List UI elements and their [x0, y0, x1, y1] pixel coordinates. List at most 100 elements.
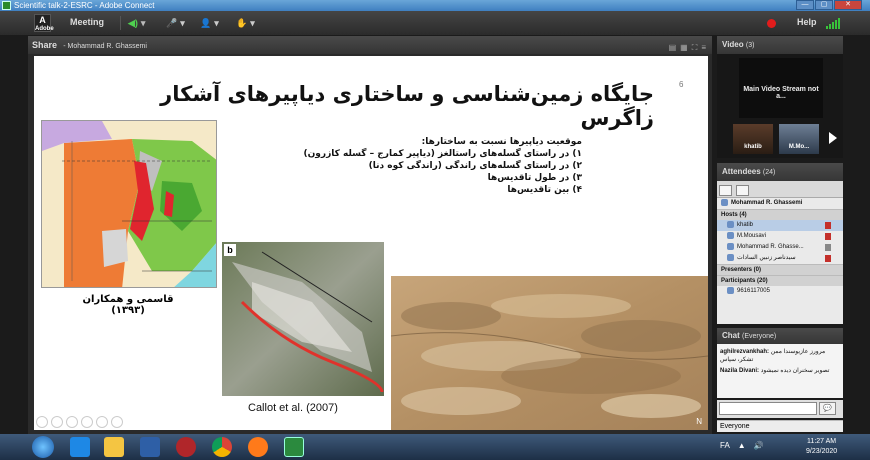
hand-icon: ✋	[236, 17, 248, 28]
video-thumbnail[interactable]: khatib	[733, 124, 773, 154]
adobe-connect-taskbar-icon[interactable]	[284, 437, 304, 457]
list-view-icon[interactable]	[719, 185, 732, 196]
video-thumbnail[interactable]: M.Mo...	[779, 124, 819, 154]
chevron-down-icon[interactable]: ▾	[214, 18, 219, 29]
slide-bullets: موقعیت دیاپیرها نسبت به ساختارها: ۱) در …	[303, 136, 583, 196]
current-user-row[interactable]: Mohammad R. Ghassemi	[717, 198, 843, 209]
chevron-down-icon[interactable]: ▾	[250, 18, 255, 29]
participants-section[interactable]: Participants (20)	[717, 275, 843, 286]
attendee-row[interactable]: M.Mousavi	[717, 231, 843, 242]
next-video-icon[interactable]	[829, 132, 837, 144]
system-clock[interactable]: 11:27 AM 9/23/2020	[806, 437, 837, 457]
language-indicator[interactable]: FA	[720, 441, 730, 450]
attendee-row[interactable]: سیدناصر زنبیں السادات	[717, 253, 843, 264]
more-icon[interactable]	[111, 416, 123, 428]
zoom-icon[interactable]	[96, 416, 108, 428]
host-icon	[727, 253, 734, 261]
actual-size-icon[interactable]: ▦	[680, 39, 688, 52]
terrain-photo-image: b	[222, 242, 384, 396]
chat-pod-header: Chat (Everyone)	[717, 328, 843, 344]
media-player-icon[interactable]	[140, 437, 160, 457]
chat-recipient-selector[interactable]: Everyone	[717, 420, 843, 432]
attendee-row[interactable]: khatib	[717, 220, 843, 231]
raise-hand-button[interactable]: ✋ ▾	[236, 16, 255, 30]
menu-bar: A Adobe Meeting ◀) ▾ 🎤 ▾ 👤 ▾ ✋ ▾ Help	[0, 11, 870, 35]
attendee-menu-icon[interactable]	[736, 185, 750, 196]
menu-separator	[120, 16, 121, 30]
window-title: Scientific talk-2-ESRC - Adobe Connect	[14, 1, 155, 10]
attendee-row[interactable]: 9616117005	[717, 286, 843, 297]
hosts-section[interactable]: Hosts (4)	[717, 209, 843, 220]
slide-number: 6	[679, 80, 684, 89]
minimize-button[interactable]: —	[796, 0, 814, 10]
firefox-icon[interactable]	[248, 437, 268, 457]
adobe-logo: A Adobe	[34, 14, 54, 32]
share-pod-header: Share - Mohammad R. Ghassemi ▤ ▦ ⛶ ≡	[28, 36, 712, 54]
microphone-button[interactable]: 🎤 ▾	[166, 16, 185, 30]
pod-menu-icon[interactable]: ≡	[701, 39, 706, 52]
video-count: (3)	[745, 42, 755, 49]
microphone-icon: 🎤	[166, 17, 178, 28]
chevron-down-icon[interactable]: ▾	[180, 18, 185, 29]
participant-icon	[727, 286, 734, 294]
opera-icon[interactable]	[176, 437, 196, 457]
camera-button[interactable]: 👤 ▾	[200, 16, 219, 30]
window-titlebar: Scientific talk-2-ESRC - Adobe Connect —…	[0, 0, 870, 11]
speaker-button[interactable]: ◀) ▾	[128, 16, 145, 30]
volume-icon[interactable]: 🔊	[754, 441, 764, 450]
pen-icon	[825, 255, 831, 262]
attendees-count: (24)	[762, 169, 776, 176]
send-message-button[interactable]: 💬	[819, 402, 836, 415]
chrome-icon[interactable]	[212, 437, 232, 457]
chat-title: Chat	[722, 331, 740, 340]
file-explorer-icon[interactable]	[104, 437, 124, 457]
speaker-icon: ◀)	[128, 17, 138, 28]
main-video-stream: Main Video Stream not a...	[739, 58, 823, 118]
slide-navigation[interactable]	[36, 416, 123, 428]
share-presenter-name: - Mohammad R. Ghassemi	[63, 43, 147, 50]
host-icon	[727, 220, 734, 228]
play-icon[interactable]	[66, 416, 78, 428]
attendees-title: Attendees	[722, 167, 761, 176]
clock-date: 9/23/2020	[806, 448, 838, 455]
chat-input[interactable]	[719, 402, 817, 415]
presentation-slide: جایگاه زمین‌شناسی و ساختاری دیاپیرهای آش…	[34, 56, 708, 430]
close-button[interactable]: ✕	[834, 0, 862, 10]
webcam-icon: 👤	[200, 17, 212, 28]
host-icon	[727, 242, 734, 250]
pen-icon	[825, 222, 831, 229]
meeting-menu[interactable]: Meeting	[70, 17, 104, 27]
connection-signal-icon	[826, 17, 840, 29]
clock-time: 11:27 AM	[807, 438, 837, 445]
next-slide-icon[interactable]	[81, 416, 93, 428]
start-button[interactable]	[32, 436, 54, 458]
slide-bullet: ۴) بین تاقدیس‌ها	[507, 185, 582, 195]
host-icon	[727, 231, 734, 239]
attendees-pod-header: Attendees (24)	[717, 163, 843, 181]
chevron-down-icon[interactable]: ▾	[141, 18, 146, 29]
show-hidden-icons-icon[interactable]: ▲	[738, 441, 746, 450]
chat-message: aghilrezvankhah: مرورز عازیوسندا ممن تشک…	[720, 349, 826, 363]
pen-icon	[825, 233, 831, 240]
slide-bullet: ۳) در طول تاقدیس‌ها	[487, 173, 582, 183]
share-pod-title: Share	[32, 40, 58, 50]
video-pod-title: Video	[722, 40, 744, 49]
microphone-icon	[825, 244, 831, 251]
windows-taskbar: FA ▲ 🔊 11:27 AM 9/23/2020	[0, 434, 870, 460]
north-arrow-icon: N	[696, 417, 702, 426]
first-slide-icon[interactable]	[36, 416, 48, 428]
chat-messages: aghilrezvankhah: مرورز عازیوسندا ممن تشک…	[717, 344, 843, 398]
chat-scope: (Everyone)	[742, 333, 777, 340]
fullscreen-icon[interactable]: ⛶	[692, 39, 698, 52]
attendees-list: Mohammad R. Ghassemi Hosts (4) khatib M.…	[717, 181, 843, 324]
recording-indicator-icon	[767, 19, 776, 28]
photo-citation: Callot et al. (2007)	[248, 402, 338, 414]
prev-slide-icon[interactable]	[51, 416, 63, 428]
attendee-row[interactable]: Mohammad R. Ghasse...	[717, 242, 843, 253]
maximize-button[interactable]: ▢	[815, 0, 833, 10]
help-menu[interactable]: Help	[797, 17, 817, 27]
slide-bullet: ۱) در راستای گسله‌های راستالغز (دیاپیر ک…	[303, 149, 583, 159]
presenters-section[interactable]: Presenters (0)	[717, 264, 843, 275]
fit-view-icon[interactable]: ▤	[669, 39, 677, 52]
internet-explorer-icon[interactable]	[70, 437, 90, 457]
